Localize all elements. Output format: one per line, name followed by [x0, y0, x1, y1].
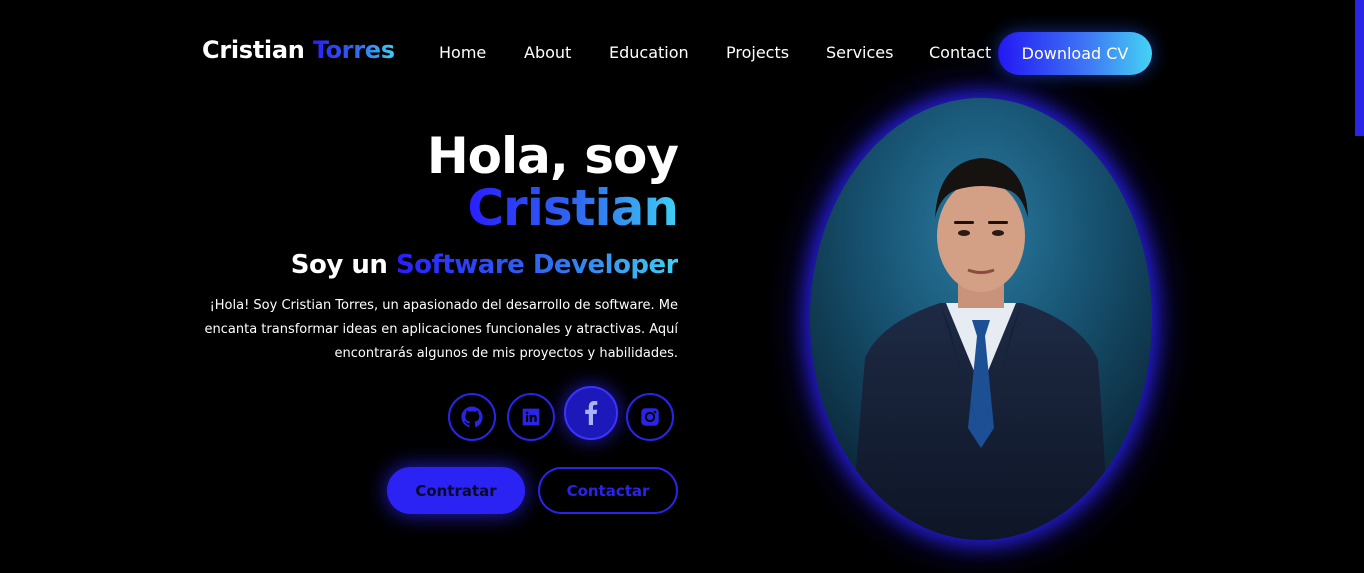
- hero-greeting: Hola, soy: [426, 127, 679, 185]
- github-icon: [461, 406, 483, 428]
- facebook-icon: [584, 401, 598, 425]
- navbar: Cristian Torres Home About Education Pro…: [0, 0, 1364, 108]
- role-highlight: Software Developer: [395, 250, 679, 280]
- nav-link-about[interactable]: About: [524, 43, 571, 62]
- logo-last-name: Torres: [312, 36, 395, 64]
- github-link[interactable]: [448, 393, 496, 441]
- nav-link-services[interactable]: Services: [826, 43, 893, 62]
- instagram-icon: [640, 407, 660, 427]
- profile-portrait-illustration: [810, 98, 1152, 540]
- hero-intro: ¡Hola! Soy Cristian Torres, un apasionad…: [204, 298, 678, 361]
- linkedin-link[interactable]: [507, 393, 555, 441]
- nav-link-education[interactable]: Education: [609, 43, 689, 62]
- nav-link-projects[interactable]: Projects: [726, 43, 789, 62]
- logo-first-name: Cristian: [202, 36, 305, 64]
- role-prefix: Soy un: [290, 250, 388, 280]
- download-cv-button[interactable]: Download CV: [998, 32, 1152, 75]
- nav-link-home[interactable]: Home: [439, 43, 486, 62]
- contact-button[interactable]: Contactar: [538, 467, 678, 514]
- scrollbar-thumb[interactable]: [1355, 0, 1364, 136]
- hero-name: Cristian: [467, 179, 679, 237]
- instagram-link[interactable]: [626, 393, 674, 441]
- hire-button[interactable]: Contratar: [387, 467, 525, 514]
- hero-role: Soy un Software Developer: [290, 248, 679, 282]
- profile-photo: [810, 98, 1152, 540]
- nav-link-contact[interactable]: Contact: [929, 43, 991, 62]
- site-logo[interactable]: Cristian Torres: [202, 36, 395, 64]
- facebook-link[interactable]: [564, 386, 618, 440]
- linkedin-icon: [521, 407, 541, 427]
